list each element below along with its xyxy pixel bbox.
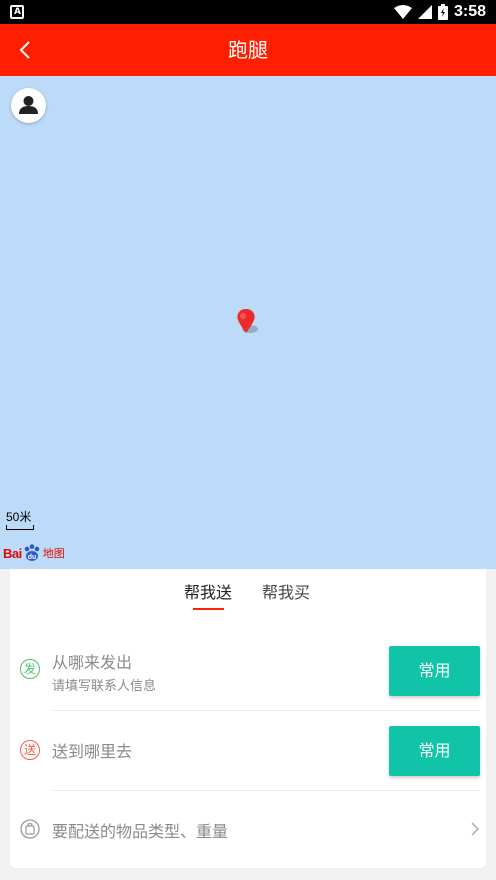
to-common-button[interactable]: 常用 (389, 726, 480, 776)
status-time: 3:58 (453, 3, 486, 20)
paw-icon: du (24, 544, 40, 561)
svg-text:du: du (27, 554, 36, 561)
from-subtitle: 请填写联系人信息 (52, 679, 157, 694)
order-tabs: 帮我送 帮我买 (10, 569, 486, 613)
bag-icon (20, 819, 40, 839)
goods-row[interactable]: 要配送的物品类型、重量 (10, 801, 486, 859)
scale-bar (6, 525, 34, 530)
tab-help-send[interactable]: 帮我送 (184, 579, 232, 603)
scale-label: 50米 (6, 510, 32, 524)
from-title: 从哪来发出 (52, 653, 133, 672)
page-title: 跑腿 (228, 38, 268, 62)
user-icon[interactable] (11, 88, 46, 123)
tab-help-buy[interactable]: 帮我买 (262, 579, 310, 603)
baidu-logo: Bai du 地图 (3, 544, 65, 561)
divider (52, 790, 480, 791)
map-view[interactable]: 50米 Bai du 地图 (0, 76, 496, 569)
status-bar: A 3:58 (0, 0, 496, 24)
to-row[interactable]: 送 送到哪里去 常用 (10, 721, 486, 787)
status-icons: 3:58 (393, 3, 486, 21)
goods-title: 要配送的物品类型、重量 (52, 822, 229, 841)
location-pin-icon (232, 307, 262, 341)
battery-icon (437, 4, 448, 20)
to-title: 送到哪里去 (52, 742, 133, 761)
deliver-icon: 送 (20, 740, 40, 760)
a-square-icon: A (10, 5, 24, 19)
from-common-button[interactable]: 常用 (389, 646, 480, 696)
wifi-icon (393, 5, 412, 19)
app-bar: 跑腿 (0, 24, 496, 76)
from-row[interactable]: 发 从哪来发出 请填写联系人信息 常用 (10, 641, 486, 707)
divider (52, 710, 480, 711)
active-tab-indicator (193, 608, 224, 610)
map-scale: 50米 (6, 508, 34, 530)
signal-icon (417, 5, 432, 19)
chevron-right-icon (471, 822, 480, 836)
order-panel: 帮我送 帮我买 发 从哪来发出 请填写联系人信息 常用 送 送到哪里去 常用 要… (10, 569, 486, 868)
send-icon: 发 (20, 659, 40, 679)
